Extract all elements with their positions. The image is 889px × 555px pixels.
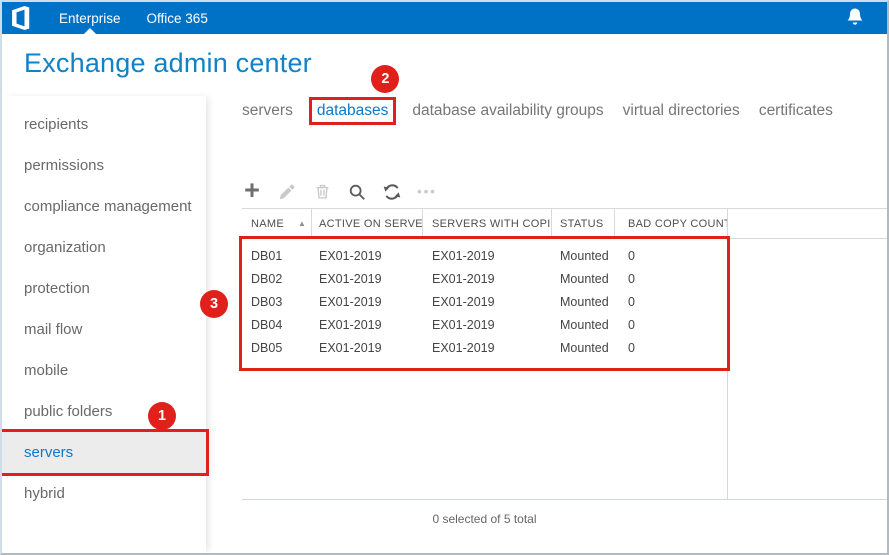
cell-status: Mounted <box>552 341 615 355</box>
cell-bad-copy-count: 0 <box>615 295 727 309</box>
delete-trash-icon[interactable] <box>312 182 332 202</box>
column-header-bad-copy-count[interactable]: BAD COPY COUNT <box>615 209 727 238</box>
annotation-step-1: 1 <box>148 402 176 430</box>
tab-virtual-directories[interactable]: virtual directories <box>623 102 740 120</box>
cell-active: EX01-2019 <box>312 295 423 309</box>
column-header-name[interactable]: NAME ▲ <box>242 209 312 238</box>
content-tabs: servers databases 2 database availabilit… <box>242 96 887 126</box>
cell-active: EX01-2019 <box>312 318 423 332</box>
cell-name: DB03 <box>242 295 312 309</box>
main-content: servers databases 2 database availabilit… <box>206 96 887 553</box>
office-logo-icon <box>11 6 32 30</box>
sidebar-item-recipients[interactable]: recipients <box>2 104 206 145</box>
cell-status: Mounted <box>552 272 615 286</box>
top-nav-office365[interactable]: Office 365 <box>134 2 221 34</box>
cell-active: EX01-2019 <box>312 249 423 263</box>
tab-servers[interactable]: servers <box>242 102 293 120</box>
top-nav-enterprise-label: Enterprise <box>59 11 121 26</box>
edit-pencil-icon[interactable] <box>277 182 297 202</box>
page-title: Exchange admin center <box>24 48 887 79</box>
table-row-db02[interactable]: DB02 EX01-2019 EX01-2019 Mounted 0 <box>242 267 727 290</box>
selection-summary: 0 selected of 5 total <box>242 500 727 526</box>
cell-name: DB01 <box>242 249 312 263</box>
tab-certificates[interactable]: certificates <box>759 102 833 120</box>
column-header-status[interactable]: STATUS <box>552 209 615 238</box>
cell-copies: EX01-2019 <box>423 341 552 355</box>
cell-bad-copy-count: 0 <box>615 272 727 286</box>
cell-status: Mounted <box>552 318 615 332</box>
table-body: 3 DB01 EX01-2019 EX01-2019 Mounted 0 DB0… <box>242 239 887 499</box>
top-nav-enterprise[interactable]: Enterprise <box>46 2 134 34</box>
databases-table: NAME ▲ ACTIVE ON SERVER SERVERS WITH COP… <box>242 208 887 553</box>
more-ellipsis-icon[interactable]: ••• <box>417 182 437 202</box>
cell-bad-copy-count: 0 <box>615 249 727 263</box>
search-icon[interactable] <box>347 182 367 202</box>
refresh-icon[interactable] <box>382 182 402 202</box>
table-header-row: NAME ▲ ACTIVE ON SERVER SERVERS WITH COP… <box>242 208 887 239</box>
column-header-servers-with-copies[interactable]: SERVERS WITH COPIES <box>423 209 552 238</box>
sidebar-item-protection[interactable]: protection <box>2 268 206 309</box>
tab-databases[interactable]: databases 2 <box>312 100 394 122</box>
sidebar-item-mobile[interactable]: mobile <box>2 350 206 391</box>
cell-copies: EX01-2019 <box>423 249 552 263</box>
cell-active: EX01-2019 <box>312 272 423 286</box>
annotation-step-3: 3 <box>200 290 228 318</box>
table-row-db05[interactable]: DB05 EX01-2019 EX01-2019 Mounted 0 <box>242 336 727 359</box>
highlighted-rows-region: 3 DB01 EX01-2019 EX01-2019 Mounted 0 DB0… <box>242 239 727 368</box>
title-row: Exchange admin center <box>2 34 887 96</box>
notifications-bell-icon[interactable] <box>845 7 865 29</box>
sidebar-item-servers-label: servers <box>24 444 73 461</box>
cell-bad-copy-count: 0 <box>615 318 727 332</box>
header-filler <box>727 209 887 238</box>
tab-databases-label: databases <box>317 102 389 119</box>
sidebar-item-permissions[interactable]: permissions <box>2 145 206 186</box>
add-icon[interactable]: + <box>242 180 262 200</box>
sidebar-item-compliance-management[interactable]: compliance management <box>2 186 206 227</box>
column-header-active-on-server[interactable]: ACTIVE ON SERVER <box>312 209 423 238</box>
cell-status: Mounted <box>552 295 615 309</box>
list-toolbar: + <box>242 178 887 205</box>
table-row-db01[interactable]: DB01 EX01-2019 EX01-2019 Mounted 0 <box>242 244 727 267</box>
sidebar-item-organization[interactable]: organization <box>2 227 206 268</box>
sidebar-item-mail-flow[interactable]: mail flow <box>2 309 206 350</box>
table-row-db04[interactable]: DB04 EX01-2019 EX01-2019 Mounted 0 <box>242 313 727 336</box>
cell-copies: EX01-2019 <box>423 295 552 309</box>
cell-copies: EX01-2019 <box>423 272 552 286</box>
top-bar: Enterprise Office 365 <box>2 2 887 34</box>
cell-name: DB02 <box>242 272 312 286</box>
sort-ascending-icon: ▲ <box>298 219 306 228</box>
exchange-admin-center-window: Enterprise Office 365 Exchange admin cen… <box>0 0 889 555</box>
cell-copies: EX01-2019 <box>423 318 552 332</box>
sidebar-item-hybrid[interactable]: hybrid <box>2 473 206 514</box>
tab-database-availability-groups[interactable]: database availability groups <box>412 102 603 120</box>
table-footer: 0 selected of 5 total <box>242 499 887 553</box>
cell-name: DB04 <box>242 318 312 332</box>
cell-bad-copy-count: 0 <box>615 341 727 355</box>
body-filler <box>727 239 887 499</box>
sidebar: recipients permissions compliance manage… <box>2 96 206 553</box>
cell-status: Mounted <box>552 249 615 263</box>
cell-name: DB05 <box>242 341 312 355</box>
top-nav-office365-label: Office 365 <box>147 11 208 26</box>
sidebar-item-servers[interactable]: servers 1 <box>2 432 206 473</box>
active-tab-notch <box>84 28 96 34</box>
top-nav: Enterprise Office 365 <box>46 2 221 34</box>
table-row-db03[interactable]: DB03 EX01-2019 EX01-2019 Mounted 0 <box>242 290 727 313</box>
cell-active: EX01-2019 <box>312 341 423 355</box>
